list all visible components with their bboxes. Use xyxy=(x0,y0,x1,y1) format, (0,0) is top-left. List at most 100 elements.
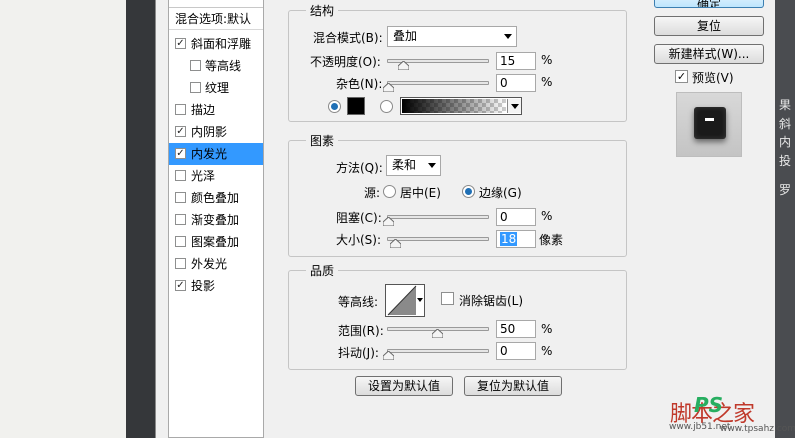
make-default-button[interactable]: 设置为默认值 xyxy=(355,376,453,396)
style-item-label: 投影 xyxy=(191,279,216,293)
anti-alias-checkbox[interactable] xyxy=(441,292,454,305)
style-list-item[interactable]: ✓ 内阴影 xyxy=(169,121,263,143)
gradient-picker[interactable] xyxy=(400,97,522,115)
size-label: 大小(S): xyxy=(336,233,382,247)
style-checkbox[interactable]: ✓ xyxy=(175,38,186,49)
new-style-button[interactable]: 新建样式(W)... xyxy=(654,44,764,64)
slider-thumb[interactable] xyxy=(397,61,409,70)
contour-picker[interactable] xyxy=(385,284,425,317)
choke-slider[interactable] xyxy=(387,215,489,219)
method-select[interactable]: 柔和 xyxy=(386,155,441,176)
style-checkbox[interactable] xyxy=(175,192,186,203)
style-checkbox[interactable] xyxy=(175,236,186,247)
panel-strip: 果 斜 内 投 罗 xyxy=(775,0,795,438)
blending-options-item[interactable]: 混合选项:默认 xyxy=(169,8,263,30)
style-list-item[interactable]: 光泽 xyxy=(169,165,263,187)
ok-button[interactable]: 确定 xyxy=(654,0,764,8)
blend-mode-value: 叠加 xyxy=(393,29,418,43)
preview-highlight xyxy=(705,118,714,121)
chevron-down-icon xyxy=(417,298,423,302)
blend-mode-select[interactable]: 叠加 xyxy=(387,26,517,47)
slider-thumb[interactable] xyxy=(383,351,394,360)
chevron-down-icon xyxy=(428,163,436,168)
contour-preview xyxy=(387,285,417,316)
style-list-item[interactable]: 渐变叠加 xyxy=(169,209,263,231)
opacity-input[interactable]: 15 xyxy=(496,52,536,70)
slider-thumb[interactable] xyxy=(389,239,401,248)
structure-title: 结构 xyxy=(306,2,339,19)
style-checkbox[interactable]: ✓ xyxy=(175,148,186,159)
color-radio[interactable] xyxy=(328,100,341,113)
quality-title: 品质 xyxy=(306,262,339,279)
style-list-item[interactable]: 纹理 xyxy=(169,77,263,99)
style-list-header xyxy=(169,0,263,8)
percent-sign: % xyxy=(541,344,553,358)
size-input[interactable]: 18 xyxy=(496,230,536,248)
reset-button[interactable]: 复位 xyxy=(654,16,764,36)
style-item-label: 纹理 xyxy=(205,81,230,95)
panel-strip-text: 果 xyxy=(779,98,792,112)
slider-thumb[interactable] xyxy=(383,83,394,92)
preview-label: 预览(V) xyxy=(692,71,734,85)
size-value-selected: 18 xyxy=(500,232,518,246)
style-list: 混合选项:默认 ✓ 斜面和浮雕 等高线 纹理 描边 ✓ 内阴影 ✓ 内发光 光泽 颜色叠加 渐变叠加图… xyxy=(168,0,264,438)
style-list-item[interactable]: ✓ 内发光 xyxy=(169,143,263,165)
size-unit: 像素 xyxy=(539,233,564,247)
style-item-label: 内发光 xyxy=(191,147,228,161)
watermark: 脚本之家 PS www.jb51.net www.tpsahz.com xyxy=(668,393,795,438)
panel-strip-text: 罗 xyxy=(779,183,792,197)
style-checkbox[interactable] xyxy=(190,60,201,71)
style-checkbox[interactable] xyxy=(175,104,186,115)
source-center-radio[interactable] xyxy=(383,185,396,198)
slider-thumb[interactable] xyxy=(383,217,394,226)
style-item-label: 等高线 xyxy=(205,59,242,73)
reset-to-default-button[interactable]: 复位为默认值 xyxy=(464,376,562,396)
slider-thumb[interactable] xyxy=(432,329,443,338)
contour-label: 等高线: xyxy=(338,295,379,309)
range-input[interactable]: 50 xyxy=(496,320,536,338)
noise-slider[interactable] xyxy=(387,81,489,85)
panel-strip-text: 投 xyxy=(779,154,792,168)
style-checkbox[interactable] xyxy=(190,82,201,93)
style-item-label: 外发光 xyxy=(191,257,228,271)
preview-swatch xyxy=(694,107,726,139)
style-list-item[interactable]: 外发光 xyxy=(169,253,263,275)
method-label: 方法(Q): xyxy=(336,161,383,175)
style-checkbox[interactable]: ✓ xyxy=(175,280,186,291)
anti-alias-label: 消除锯齿(L) xyxy=(459,294,524,308)
watermark-site: www.tpsahz.com xyxy=(720,424,795,434)
watermark-ps: PS xyxy=(694,393,724,417)
gradient-preview xyxy=(402,99,506,113)
preview-checkbox[interactable]: ✓ xyxy=(675,70,688,83)
source-center-label: 居中(E) xyxy=(400,186,441,200)
style-list-item[interactable]: 等高线 xyxy=(169,55,263,77)
jitter-label: 抖动(J): xyxy=(338,346,379,360)
source-label: 源: xyxy=(364,186,381,200)
source-edge-radio[interactable] xyxy=(462,185,475,198)
style-list-item[interactable]: 颜色叠加 xyxy=(169,187,263,209)
choke-input[interactable]: 0 xyxy=(496,208,536,226)
jitter-slider[interactable] xyxy=(387,349,489,353)
gradient-radio[interactable] xyxy=(380,100,393,113)
elements-title: 图素 xyxy=(306,132,339,149)
style-list-item[interactable]: ✓ 斜面和浮雕 xyxy=(169,33,263,55)
gradient-dropdown[interactable] xyxy=(507,99,521,113)
jitter-input[interactable]: 0 xyxy=(496,342,536,360)
panel-strip-text: 内 xyxy=(779,135,792,149)
style-item-label: 渐变叠加 xyxy=(191,213,240,227)
style-item-label: 描边 xyxy=(191,103,216,117)
range-label: 范围(R): xyxy=(338,324,384,338)
style-list-item[interactable]: 描边 xyxy=(169,99,263,121)
style-checkbox[interactable] xyxy=(175,214,186,225)
style-checkbox[interactable] xyxy=(175,258,186,269)
style-list-item[interactable]: 图案叠加 xyxy=(169,231,263,253)
source-edge-label: 边缘(G) xyxy=(479,186,522,200)
size-slider[interactable] xyxy=(387,237,489,241)
choke-label: 阻塞(C): xyxy=(336,211,382,225)
noise-input[interactable]: 0 xyxy=(496,74,536,92)
style-list-item[interactable]: ✓ 投影 xyxy=(169,275,263,297)
style-checkbox[interactable] xyxy=(175,170,186,181)
percent-sign: % xyxy=(541,209,553,223)
glow-color-swatch[interactable] xyxy=(347,97,365,115)
style-checkbox[interactable]: ✓ xyxy=(175,126,186,137)
